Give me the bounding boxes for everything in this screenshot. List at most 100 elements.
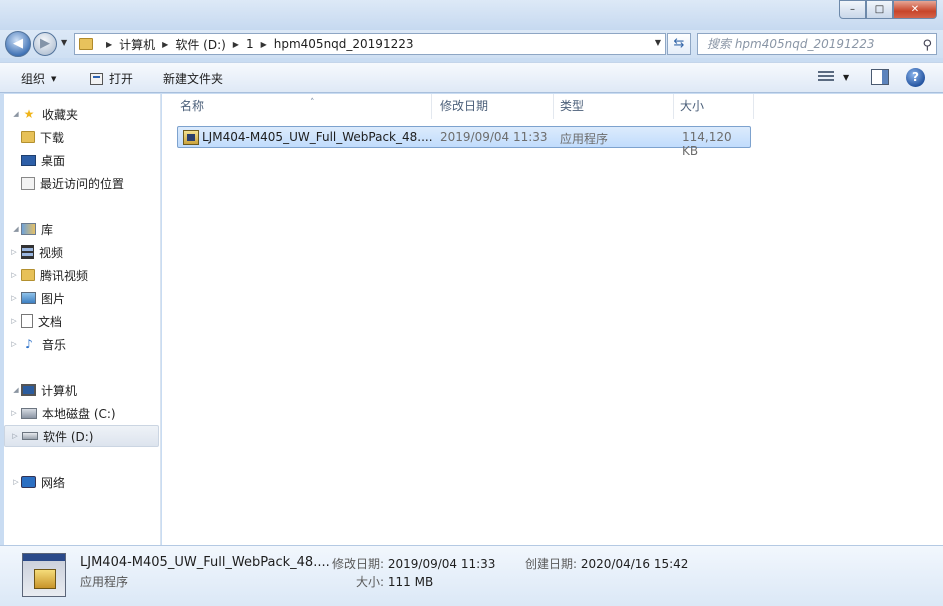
help-icon[interactable]: ? (906, 68, 925, 87)
nav-item-documents[interactable]: ▷ 文档 (4, 310, 159, 332)
collapse-arrow-icon[interactable]: ▷ (9, 409, 19, 417)
recent-pages-dropdown[interactable]: ▼ (61, 38, 67, 47)
chevron-right-icon[interactable]: ▶ (106, 40, 112, 49)
address-bar[interactable]: ▶ 计算机 ▶ 软件 (D:) ▶ 1 ▶ hpm405nqd_20191223… (74, 33, 666, 55)
created-label: 创建日期: (525, 557, 578, 571)
nav-label: 音乐 (42, 337, 67, 352)
column-header-date[interactable]: 修改日期 (432, 94, 554, 119)
file-modified-date: 2019/09/04 11:33 (440, 130, 548, 144)
navigation-pane: ◢ ★ 收藏夹 下载 桌面 最近访问的位置 ◢ 库 ▷ 视频 ▷ 腾讯视频 ▷ … (4, 94, 161, 545)
organize-label: 组织 (21, 72, 46, 86)
video-icon (21, 245, 34, 259)
folder-icon (21, 269, 35, 281)
created-value: 2020/04/16 15:42 (580, 557, 689, 571)
nav-item-drive-c[interactable]: ▷ 本地磁盘 (C:) (4, 402, 159, 424)
breadcrumb-computer[interactable]: 计算机 (119, 36, 155, 53)
nav-item-music[interactable]: ▷ ♪ 音乐 (4, 333, 159, 355)
nav-item-downloads[interactable]: 下载 (4, 126, 159, 148)
preview-pane-icon[interactable] (871, 69, 889, 85)
expand-arrow-icon[interactable]: ◢ (11, 386, 21, 394)
nav-item-recent-places[interactable]: 最近访问的位置 (4, 172, 159, 194)
nav-label: 腾讯视频 (40, 268, 89, 283)
nav-label: 收藏夹 (42, 107, 79, 122)
nav-item-tencent-video[interactable]: ▷ 腾讯视频 (4, 264, 159, 286)
new-folder-button[interactable]: 新建文件夹 (163, 70, 223, 87)
expand-arrow-icon[interactable]: ◢ (11, 225, 21, 233)
expand-arrow-icon[interactable]: ◢ (11, 110, 21, 118)
file-size: 114,120 KB (682, 130, 732, 158)
computer-icon (21, 384, 36, 396)
column-header-size[interactable]: 大小 (672, 94, 754, 119)
nav-computer[interactable]: ◢ 计算机 (4, 379, 159, 401)
star-icon: ★ (23, 107, 35, 121)
collapse-arrow-icon[interactable]: ▷ (9, 271, 19, 279)
refresh-button[interactable]: ⇆ (667, 33, 691, 55)
collapse-arrow-icon[interactable]: ▷ (9, 294, 19, 302)
collapse-arrow-icon[interactable]: ▷ (9, 248, 19, 256)
breadcrumb-drive-d[interactable]: 软件 (D:) (175, 36, 225, 53)
file-list-pane: 名称 ˄ 修改日期 类型 大小 LJM404-M405_UW_Full_WebP… (162, 94, 943, 545)
library-icon (21, 223, 36, 235)
organize-button[interactable]: 组织 ▼ (21, 70, 56, 87)
column-label: 修改日期 (440, 99, 489, 113)
address-dropdown-icon[interactable]: ▼ (655, 38, 661, 47)
file-row[interactable]: LJM404-M405_UW_Full_WebPack_48.... 2019/… (177, 126, 751, 158)
nav-item-videos[interactable]: ▷ 视频 (4, 241, 159, 263)
forward-button[interactable]: ▶ (33, 32, 57, 56)
nav-libraries[interactable]: ◢ 库 (4, 218, 159, 240)
details-size: 大小: 111 MB (356, 573, 433, 590)
chevron-right-icon[interactable]: ▶ (233, 40, 239, 49)
search-icon[interactable]: ⚲ (922, 36, 932, 56)
maximize-button[interactable]: □ (866, 0, 893, 19)
document-icon (21, 314, 33, 328)
details-modified: 修改日期: 2019/09/04 11:33 (332, 555, 495, 572)
application-icon (22, 553, 66, 597)
minimize-button[interactable]: – (839, 0, 866, 19)
column-label: 名称 (180, 99, 205, 113)
network-icon (21, 476, 36, 488)
breadcrumb-folder-1[interactable]: 1 (246, 37, 254, 51)
new-folder-label: 新建文件夹 (163, 72, 224, 86)
collapse-arrow-icon[interactable]: ▷ (9, 340, 19, 348)
nav-item-desktop[interactable]: 桌面 (4, 149, 159, 171)
nav-network[interactable]: ▷ 网络 (4, 471, 159, 493)
open-label: 打开 (109, 72, 134, 86)
file-type: 应用程序 (560, 132, 609, 146)
nav-favorites[interactable]: ◢ ★ 收藏夹 (4, 103, 159, 125)
hard-drive-icon (21, 407, 37, 419)
column-header-type[interactable]: 类型 (552, 94, 674, 119)
chevron-right-icon[interactable]: ▶ (261, 40, 267, 49)
title-bar: – □ ✕ (0, 0, 943, 30)
open-button[interactable]: 打开 (90, 70, 133, 87)
search-input[interactable]: 搜索 hpm405nqd_20191223 ⚲ (697, 33, 937, 55)
forward-arrow-icon: ▶ (40, 36, 50, 51)
collapse-arrow-icon[interactable]: ▷ (10, 432, 20, 440)
collapse-arrow-icon[interactable]: ▷ (9, 317, 19, 325)
chevron-right-icon[interactable]: ▶ (162, 40, 168, 49)
back-button[interactable]: ◀ (5, 31, 31, 57)
sort-ascending-icon: ˄ (310, 98, 315, 108)
open-icon (90, 72, 103, 85)
details-pane: LJM404-M405_UW_Full_WebPack_48.... 应用程序 … (0, 545, 943, 606)
pictures-icon (21, 292, 36, 304)
breadcrumb-current-folder[interactable]: hpm405nqd_20191223 (274, 37, 414, 51)
view-options-dropdown[interactable]: ▼ (843, 73, 849, 82)
nav-label: 最近访问的位置 (40, 176, 125, 191)
change-view-icon[interactable] (818, 71, 834, 83)
column-header-name[interactable]: 名称 ˄ (172, 94, 432, 119)
breadcrumb: ▶ 计算机 ▶ 软件 (D:) ▶ 1 ▶ hpm405nqd_20191223 (99, 36, 413, 53)
nav-item-drive-d[interactable]: ▷ 软件 (D:) (4, 425, 159, 447)
nav-label: 图片 (41, 291, 66, 306)
close-button[interactable]: ✕ (893, 0, 937, 19)
size-label: 大小: (356, 575, 385, 589)
nav-label: 网络 (41, 475, 66, 490)
nav-label: 视频 (39, 245, 64, 260)
command-bar: 组织 ▼ 打开 新建文件夹 ▼ ? (0, 62, 943, 93)
details-created: 创建日期: 2020/04/16 15:42 (525, 555, 688, 572)
collapse-arrow-icon[interactable]: ▷ (11, 478, 21, 486)
window-controls: – □ ✕ (839, 0, 937, 19)
nav-item-pictures[interactable]: ▷ 图片 (4, 287, 159, 309)
nav-label: 计算机 (41, 383, 78, 398)
nav-label: 软件 (D:) (43, 429, 94, 444)
column-label: 类型 (560, 99, 585, 113)
